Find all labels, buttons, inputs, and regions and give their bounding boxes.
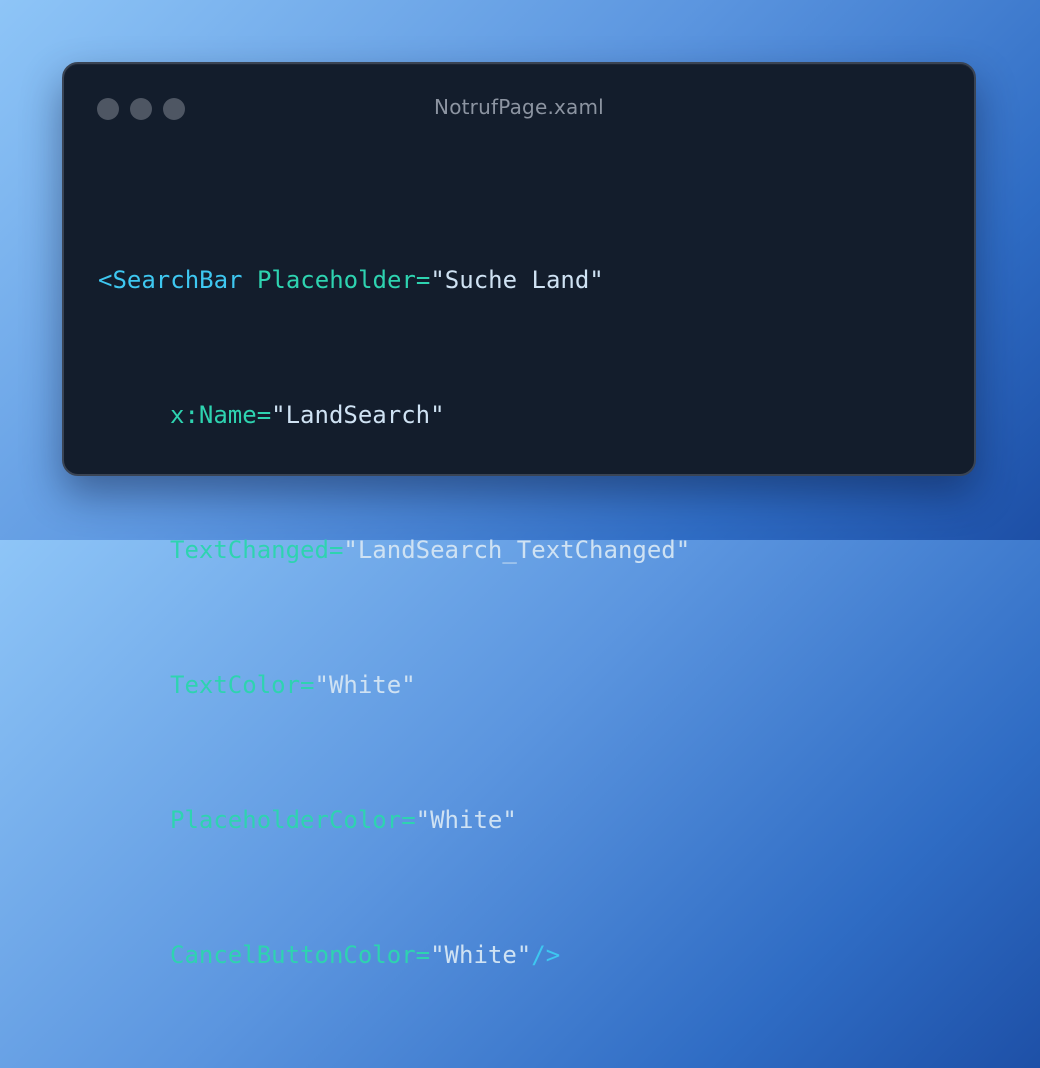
code-line-2: x:Name="LandSearch"	[98, 393, 690, 438]
attribute-name: x:Name	[170, 401, 257, 429]
attribute-name: CancelButtonColor	[170, 941, 416, 969]
attribute-name: PlaceholderColor	[170, 806, 402, 834]
code-line-6: CancelButtonColor="White"/>	[98, 933, 690, 978]
attribute-value: "White"	[430, 941, 532, 969]
tag-close: />	[531, 941, 561, 969]
equals-sign: =	[401, 806, 416, 834]
window-titlebar: NotrufPage.xaml	[64, 64, 974, 156]
window-title: NotrufPage.xaml	[434, 95, 604, 119]
attribute-name: TextColor	[170, 671, 301, 699]
code-line-4: TextColor="White"	[98, 663, 690, 708]
tag-open: <SearchBar	[98, 266, 243, 294]
attribute-value: "White"	[415, 806, 517, 834]
code-line-5: PlaceholderColor="White"	[98, 798, 690, 843]
equals-sign: =	[415, 941, 431, 969]
attribute-value: "Suche Land"	[430, 266, 604, 294]
equals-sign: =	[415, 266, 431, 294]
attribute-name: Placeholder	[256, 266, 416, 294]
equals-sign: =	[328, 536, 344, 564]
attribute-value: "LandSearch"	[271, 401, 445, 429]
attribute-name: TextChanged	[170, 536, 329, 564]
equals-sign: =	[256, 401, 272, 429]
code-line-1: <SearchBar Placeholder="Suche Land"	[98, 258, 690, 303]
code-line-3: TextChanged="LandSearch_TextChanged"	[98, 528, 690, 573]
attribute-value: "White"	[314, 671, 416, 699]
attribute-value: "LandSearch_TextChanged"	[343, 536, 691, 564]
code-block: <SearchBar Placeholder="Suche Land" x:Na…	[98, 168, 690, 1068]
equals-sign: =	[300, 671, 315, 699]
code-window: NotrufPage.xaml <SearchBar Placeholder="…	[62, 62, 976, 969]
